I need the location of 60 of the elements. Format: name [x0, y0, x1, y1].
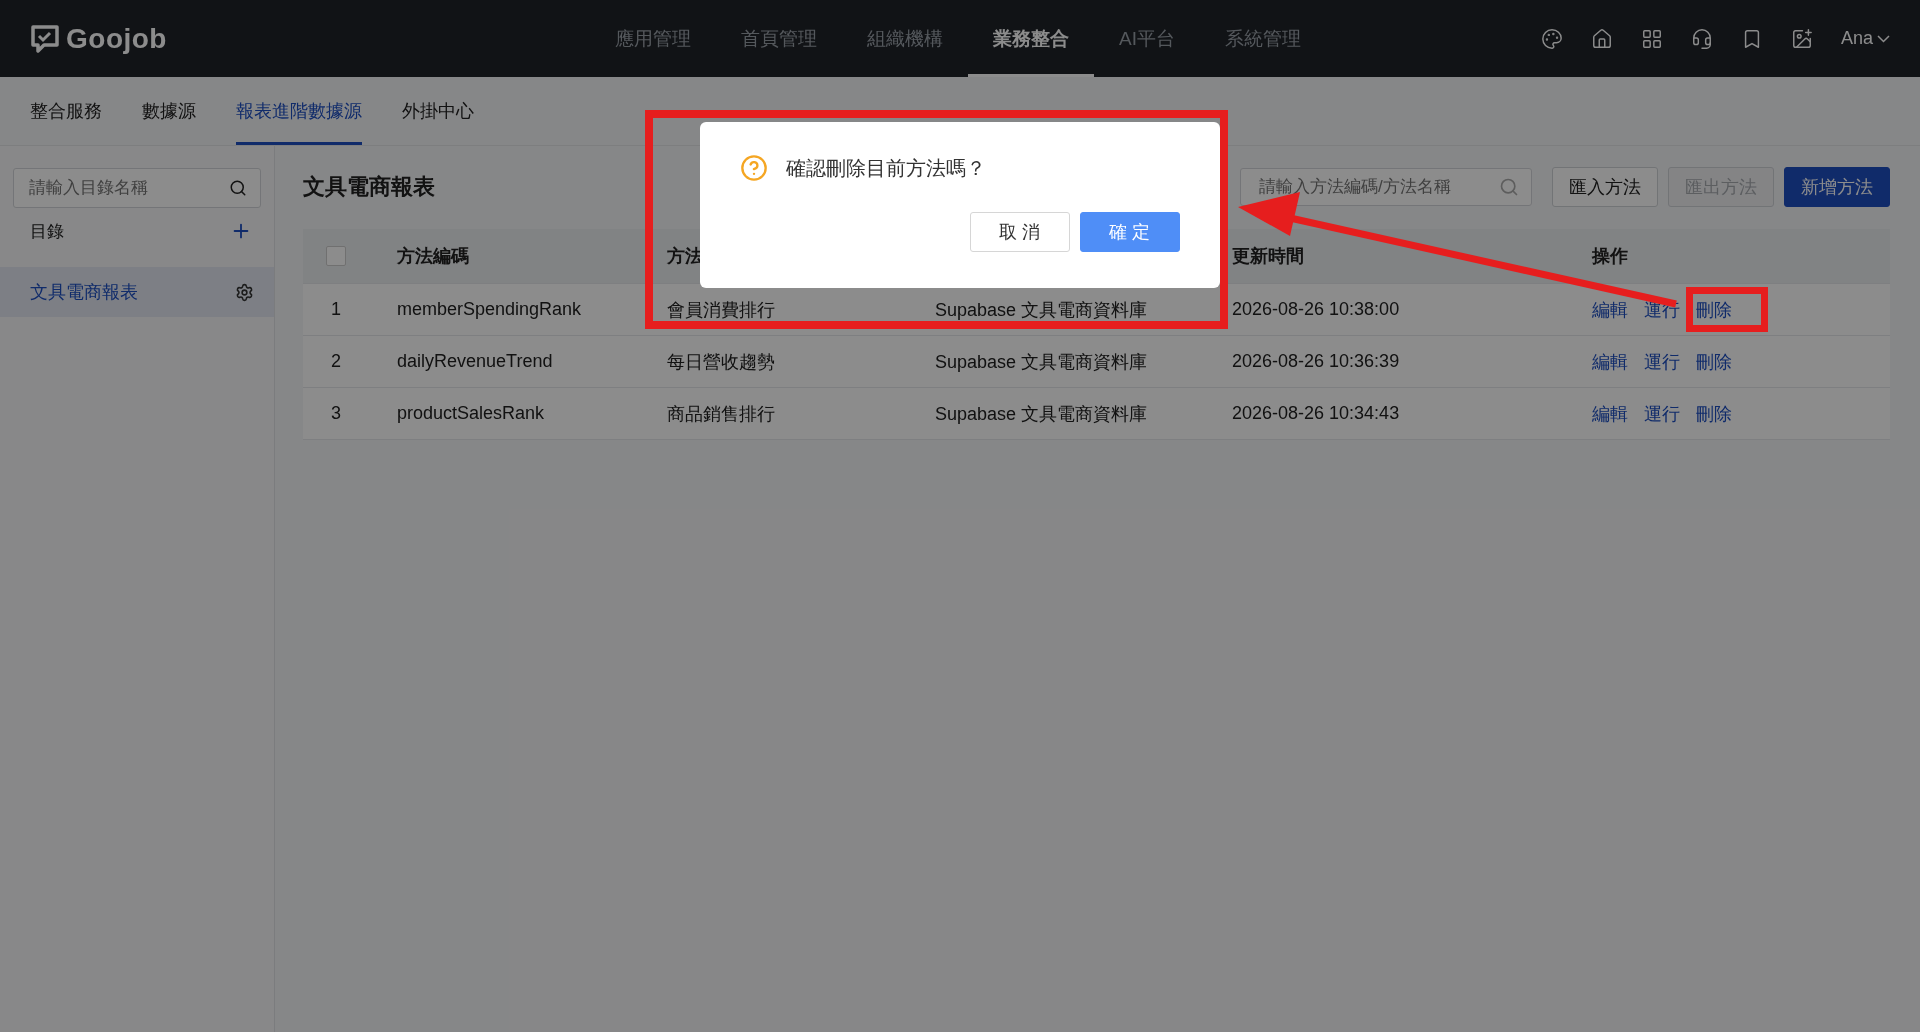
- toolbar-button[interactable]: 新增方法: [1784, 167, 1890, 207]
- table-cell-text: 會員消費排行: [666, 298, 776, 322]
- nav-tab[interactable]: 系統管理: [1199, 0, 1326, 77]
- user-menu[interactable]: Ana: [1840, 28, 1890, 49]
- table-cell-text: productSalesRank: [396, 403, 546, 424]
- table-cell-text: 每日營收趨勢: [666, 350, 776, 374]
- logo-text: Goojob: [66, 22, 167, 55]
- image-plus-icon[interactable]: [1790, 27, 1813, 50]
- dialog-button[interactable]: 取 消: [970, 212, 1070, 252]
- palette-icon[interactable]: [1540, 27, 1563, 50]
- nav-tab[interactable]: AI平台: [1094, 0, 1200, 77]
- table-cell-text: 2026-08-26 10:38:00: [1231, 299, 1401, 320]
- action-link[interactable]: 刪除: [1696, 349, 1732, 374]
- table-cell-text: Supabase 文具電商資料庫: [934, 298, 1149, 322]
- table-cell-text: 商品銷售排行: [666, 402, 776, 426]
- action-link[interactable]: 編輯: [1592, 349, 1628, 374]
- row-number: 1: [330, 299, 342, 320]
- nav-tab[interactable]: 組織機構: [842, 0, 968, 77]
- action-link[interactable]: 刪除: [1696, 297, 1732, 322]
- column-header: 方法編碼: [396, 245, 470, 268]
- column-header: 更新時間: [1231, 245, 1305, 268]
- row-number: 2: [330, 351, 342, 372]
- table-cell-text: 2026-08-26 10:36:39: [1231, 351, 1401, 372]
- dialog-button[interactable]: 確 定: [1080, 212, 1180, 252]
- home-icon[interactable]: [1590, 27, 1613, 50]
- table-cell-text: Supabase 文具電商資料庫: [934, 350, 1149, 374]
- settings-icon[interactable]: [235, 282, 254, 302]
- table-cell-text: 2026-08-26 10:34:43: [1231, 403, 1401, 424]
- search-icon: [1499, 177, 1519, 197]
- dialog-message: 確認刪除目前方法嗎？: [786, 155, 986, 181]
- table-cell-text: dailyRevenueTrend: [396, 351, 554, 372]
- action-link[interactable]: 編輯: [1592, 401, 1628, 426]
- grid-icon[interactable]: [1640, 27, 1663, 50]
- headset-icon[interactable]: [1690, 27, 1713, 50]
- sub-tab[interactable]: 外掛中心: [402, 77, 474, 145]
- action-link[interactable]: 運行: [1644, 401, 1680, 426]
- method-search-input[interactable]: 請輸入方法編碼/方法名稱: [1257, 176, 1499, 198]
- row-number: 3: [330, 403, 342, 424]
- page-title: 文具電商報表: [303, 173, 435, 201]
- catalog-label: 目錄: [30, 220, 64, 243]
- chevron-down-icon: [1877, 34, 1890, 43]
- nav-tab[interactable]: 應用管理: [590, 0, 716, 77]
- table-cell-text: Supabase 文具電商資料庫: [934, 402, 1149, 426]
- action-link[interactable]: 運行: [1644, 349, 1680, 374]
- sub-tab[interactable]: 數據源: [142, 77, 196, 145]
- table-cell-text: memberSpendingRank: [396, 299, 583, 320]
- catalog-search-field[interactable]: 請輸入目錄名稱: [13, 168, 261, 208]
- catalog-item[interactable]: 文具電商報表: [0, 267, 274, 317]
- action-link[interactable]: 編輯: [1592, 297, 1628, 322]
- nav-tab[interactable]: 首頁管理: [716, 0, 842, 77]
- logo-icon: [30, 23, 60, 54]
- select-all-checkbox[interactable]: [326, 246, 346, 266]
- column-header: 操作: [1591, 245, 1629, 268]
- question-icon: [740, 154, 768, 182]
- sub-tab[interactable]: 整合服務: [30, 77, 102, 145]
- toolbar-button[interactable]: 匯入方法: [1552, 167, 1658, 207]
- catalog-search-input[interactable]: 請輸入目錄名稱: [27, 177, 229, 199]
- method-search-field[interactable]: 請輸入方法編碼/方法名稱: [1240, 168, 1532, 206]
- search-icon: [229, 179, 247, 197]
- action-link[interactable]: 刪除: [1696, 401, 1732, 426]
